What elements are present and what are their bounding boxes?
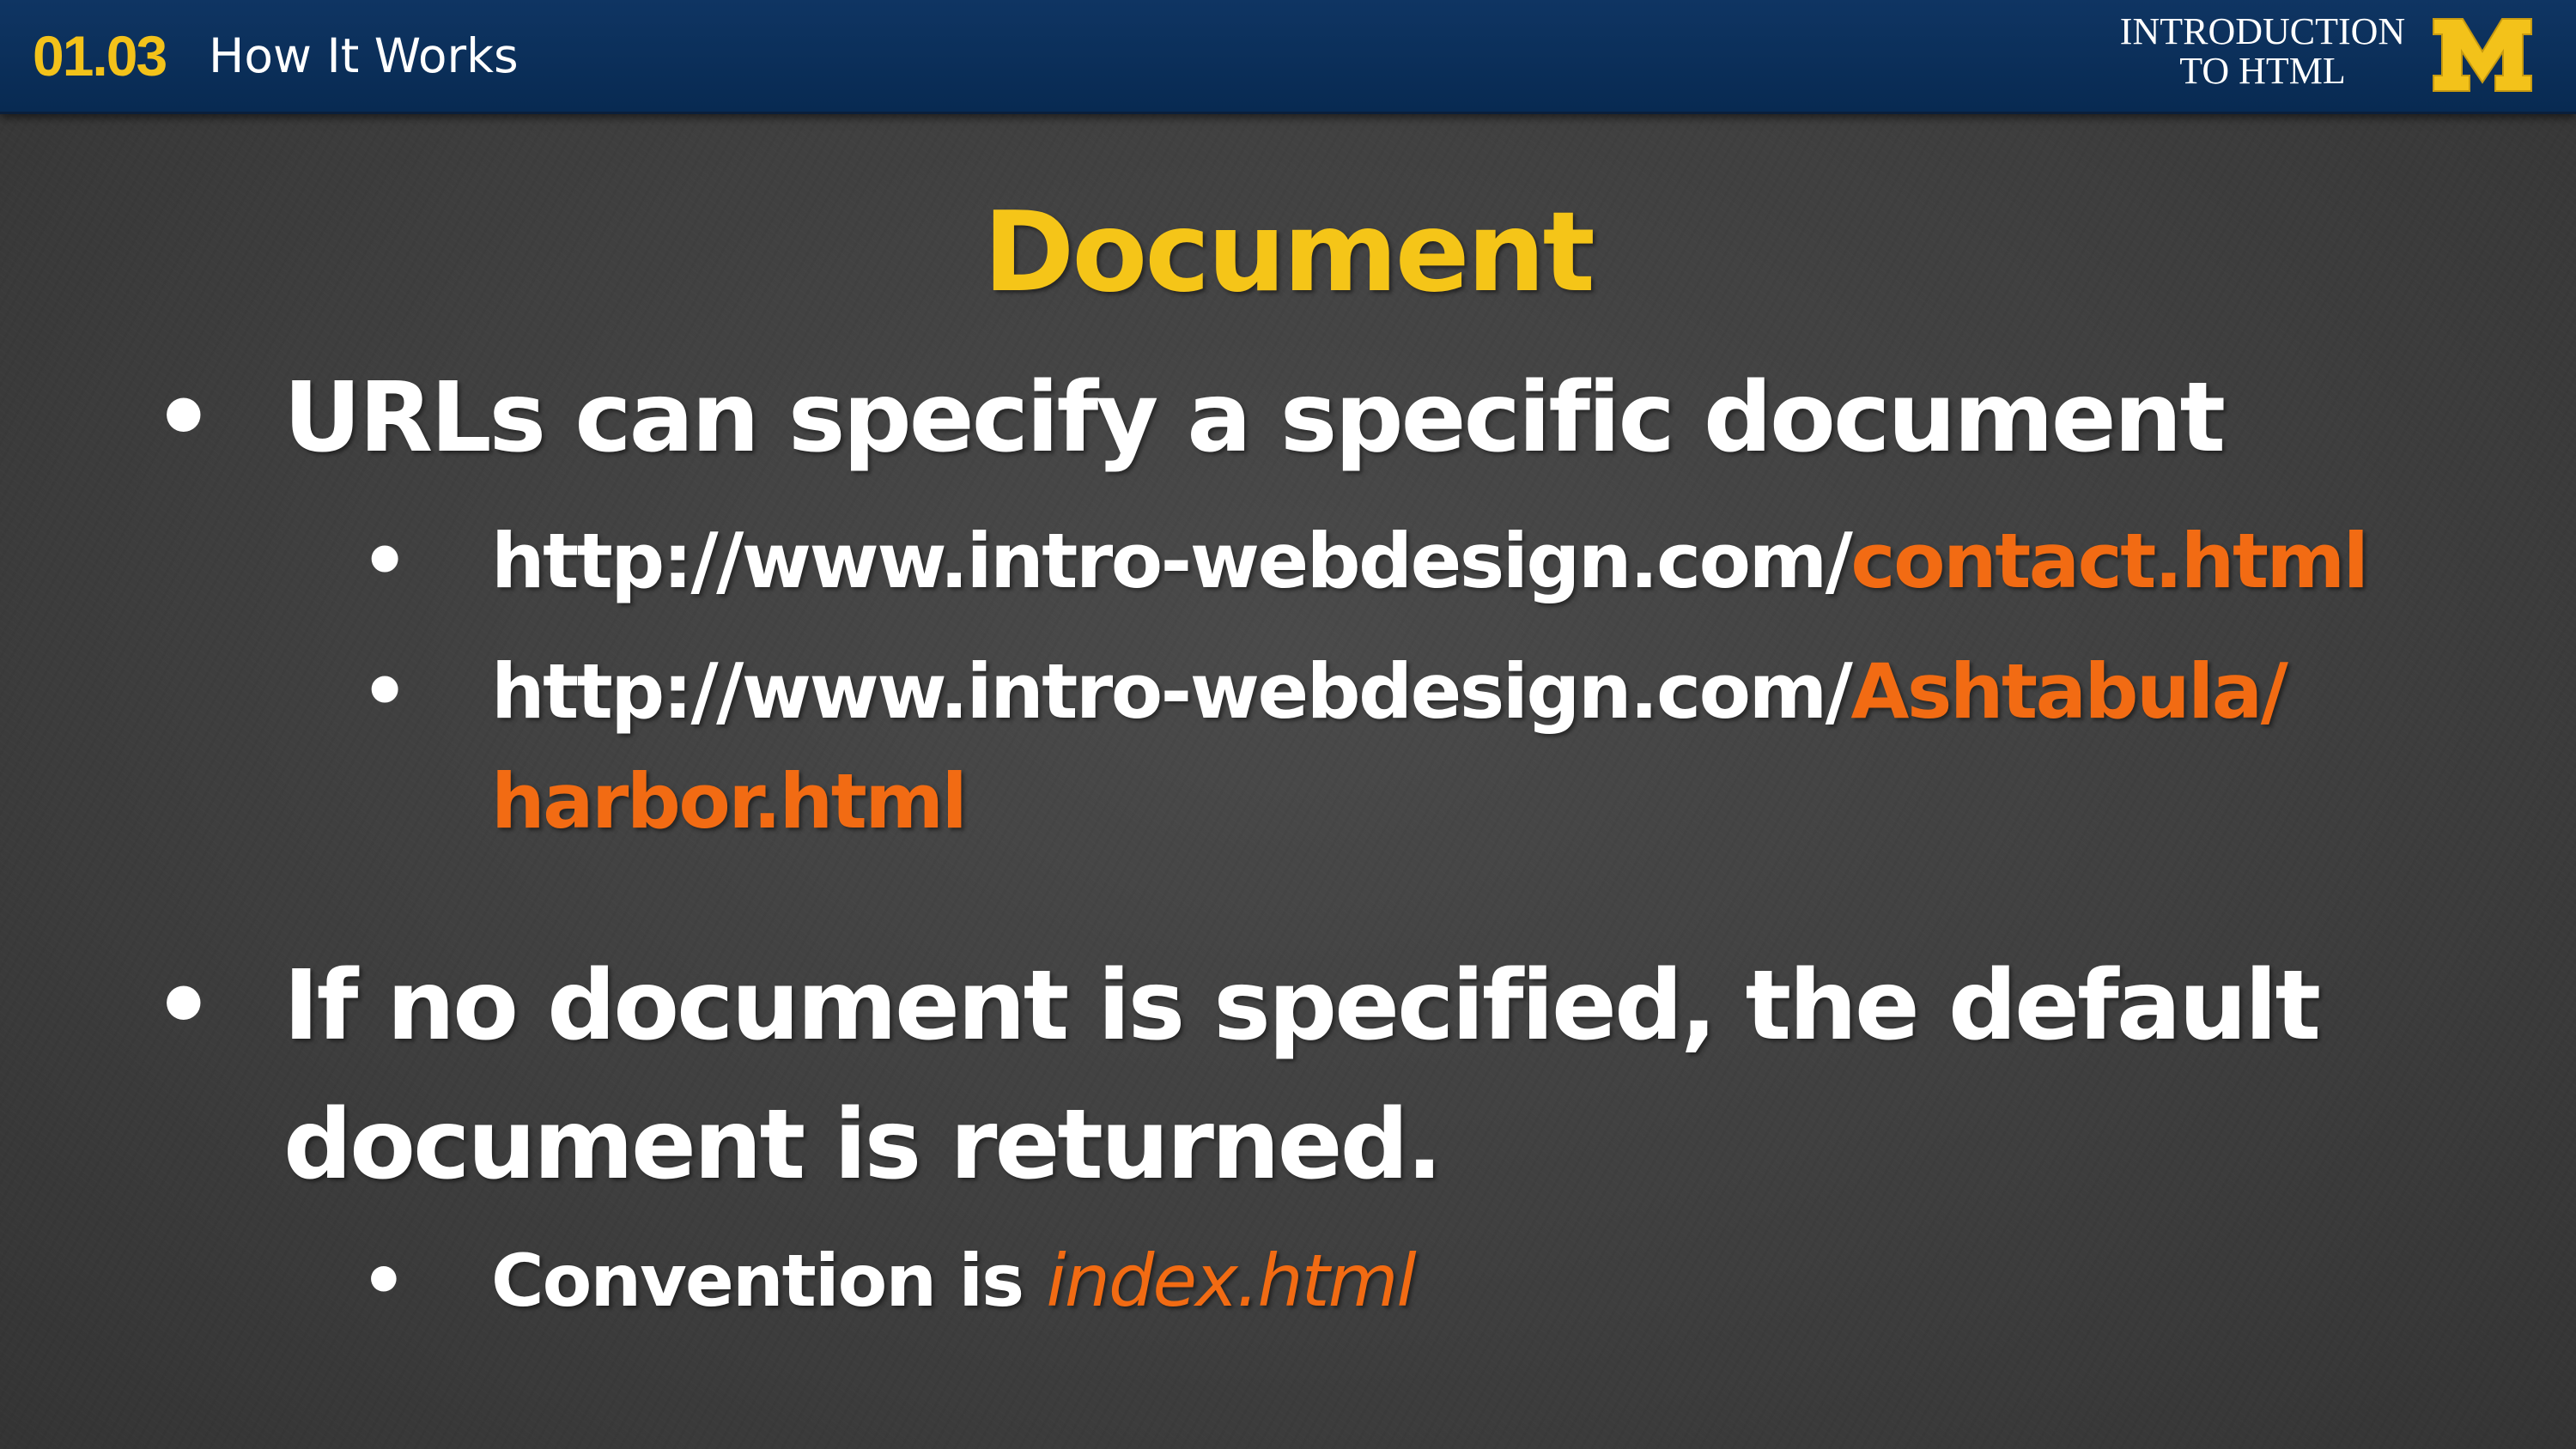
sub-bullet-1-2: http://www.intro-webdesign.com/Ashtabula… [491, 637, 2288, 747]
convention-label: Convention is [491, 1239, 1047, 1323]
sub-bullet-1-1: http://www.intro-webdesign.com/contact.h… [491, 506, 2369, 616]
lesson-title: How It Works [209, 28, 519, 83]
course-title: INTRODUCTION TO HTML [2078, 12, 2447, 91]
sub-bullet-2-1: Convention is index.html [491, 1229, 1417, 1332]
course-title-line1: INTRODUCTION [2119, 10, 2406, 52]
bullet-1-glyph: • [153, 362, 215, 474]
sub-bullet-1-2-glyph: • [361, 647, 409, 736]
bullet-2-glyph: • [153, 950, 215, 1062]
lesson-number: 01.03 [33, 24, 167, 88]
slide: 01.03 How It Works INTRODUCTION TO HTML … [0, 0, 2576, 1449]
sub-bullet-1-1-glyph: • [361, 517, 409, 605]
bullet-2-text-line1: If no document is specified, the default [283, 950, 2321, 1062]
url-prefix: http://www.intro-webdesign.com/ [491, 517, 1853, 605]
bullet-2-text-line2: document is returned. [283, 1089, 1443, 1201]
sub-bullet-2-1-glyph: • [361, 1239, 407, 1323]
url-prefix: http://www.intro-webdesign.com/ [491, 647, 1853, 736]
slide-title: Document [983, 189, 1595, 317]
header-bar: 01.03 How It Works INTRODUCTION TO HTML [0, 0, 2576, 114]
url-folder-highlight: Ashtabula/ [1850, 647, 2287, 736]
url-document-highlight-line2: harbor.html [491, 757, 968, 846]
url-document-highlight: contact.html [1850, 517, 2368, 605]
block-m-logo-icon [2433, 18, 2532, 92]
bullet-1-text: URLs can specify a specific document [283, 362, 2226, 474]
course-title-line2: TO HTML [2179, 50, 2346, 92]
default-document-name: index.html [1046, 1239, 1416, 1323]
